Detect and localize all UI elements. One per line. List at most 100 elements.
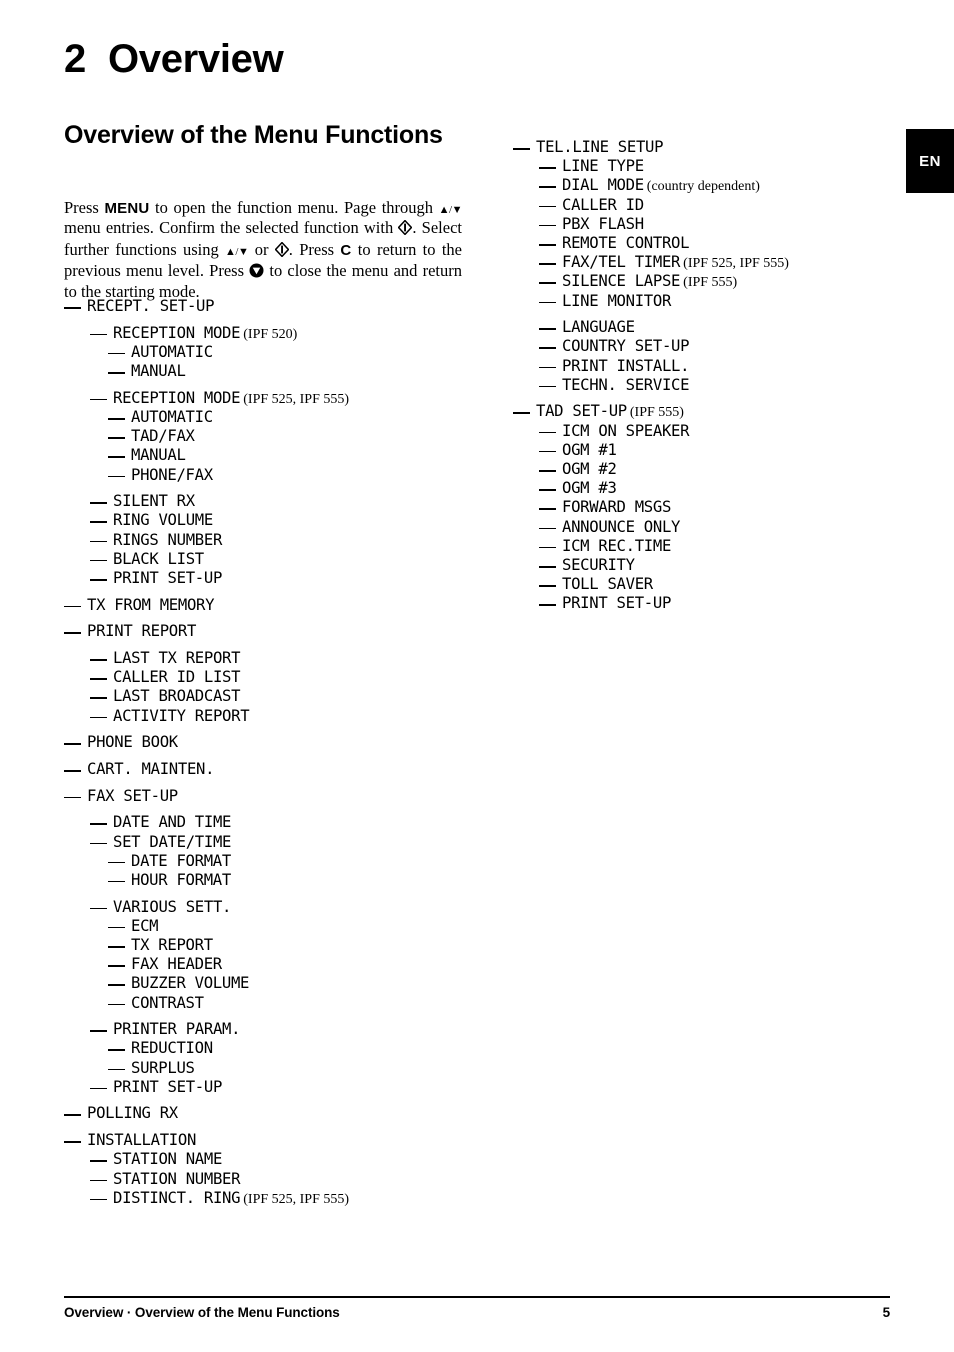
menu-item: MANUAL (64, 362, 484, 381)
menu-item: RING VOLUME (64, 511, 484, 530)
menu-item: TAD/FAX (64, 427, 484, 446)
menu-item-label: PHONE/FAX (131, 465, 213, 484)
menu-item-label: SET DATE/TIME (113, 832, 232, 851)
chapter-heading: 2 Overview (64, 37, 284, 82)
menu-item: FAX HEADER (64, 955, 484, 974)
menu-item: COUNTRY SET-UP (513, 337, 933, 356)
menu-item: PRINT REPORT (64, 622, 484, 641)
menu-item-label: TEL.LINE SETUP (536, 138, 664, 156)
menu-item: LINE TYPE (513, 157, 933, 176)
menu-item-note: (IPF 555) (629, 405, 684, 421)
menu-item-label: CONTRAST (131, 993, 204, 1012)
menu-item: ICM REC.TIME (513, 537, 933, 556)
menu-item: FAX/TEL TIMER (IPF 525, IPF 555) (513, 253, 933, 272)
menu-item-label: PRINT SET-UP (113, 1077, 223, 1096)
menu-item-note: (country dependent) (646, 179, 760, 195)
menu-item-label: DISTINCT. RING (113, 1188, 241, 1207)
menu-item: BUZZER VOLUME (64, 974, 484, 993)
menu-item-label: PRINT REPORT (87, 622, 197, 641)
stop-circle-icon (249, 263, 264, 282)
menu-item: DATE FORMAT (64, 852, 484, 871)
menu-item: FORWARD MSGS (513, 498, 933, 517)
menu-item: ANNOUNCE ONLY (513, 518, 933, 537)
menu-item-label: FAX/TEL TIMER (562, 253, 681, 272)
menu-item-label: INSTALLATION (87, 1131, 197, 1150)
menu-item-label: LAST BROADCAST (113, 687, 241, 706)
menu-item-label: ICM REC.TIME (562, 536, 672, 555)
menu-item: BLACK LIST (64, 550, 484, 569)
ok-diamond-icon (397, 219, 413, 239)
menu-item: DISTINCT. RING (IPF 525, IPF 555) (64, 1189, 484, 1208)
menu-item: INSTALLATION (64, 1131, 484, 1150)
footer-page-number: 5 (882, 1305, 891, 1320)
up-down-arrows-icon-2: ▲/▼ (225, 245, 249, 258)
menu-item: POLLING RX (64, 1104, 484, 1123)
menu-item: SURPLUS (64, 1059, 484, 1078)
menu-item-label: FAX SET-UP (87, 786, 178, 805)
menu-item: PBX FLASH (513, 215, 933, 234)
intro-paragraph: Press MENU to open the function menu. Pa… (64, 198, 463, 301)
menu-item: RECEPTION MODE (IPF 525, IPF 555) (64, 389, 484, 408)
menu-item: SET DATE/TIME (64, 833, 484, 852)
menu-item: TEL.LINE SETUP (513, 138, 933, 157)
menu-item-label: SILENT RX (113, 492, 195, 511)
menu-item: TX REPORT (64, 936, 484, 955)
intro-text-6: . Press (288, 239, 341, 259)
intro-text-3: menu entries. Confirm the selected funct… (64, 218, 399, 238)
menu-item-label: DATE AND TIME (113, 813, 232, 832)
menu-item: ECM (64, 917, 484, 936)
menu-item: ICM ON SPEAKER (513, 422, 933, 441)
menu-item: PRINT SET-UP (513, 594, 933, 613)
menu-item-label: COUNTRY SET-UP (562, 337, 690, 356)
menu-item-label: TOLL SAVER (562, 575, 653, 594)
menu-item-label: CALLER ID (562, 195, 644, 214)
menu-item: CALLER ID LIST (64, 668, 484, 687)
menu-item-label: POLLING RX (87, 1104, 178, 1123)
menu-item: TOLL SAVER (513, 575, 933, 594)
menu-item-label: LANGUAGE (562, 318, 635, 337)
footer-breadcrumb: Overview · Overview of the Menu Function… (64, 1305, 340, 1320)
menu-item-label: ICM ON SPEAKER (562, 421, 690, 440)
chapter-title: Overview (107, 37, 284, 81)
menu-item: OGM #3 (513, 479, 933, 498)
menu-item-label: OGM #2 (562, 460, 617, 478)
menu-item: SILENT RX (64, 492, 484, 511)
menu-item: REDUCTION (64, 1039, 484, 1058)
menu-item-label: TAD/FAX (131, 427, 195, 446)
menu-item-label: PRINT INSTALL. (562, 356, 690, 375)
menu-item-note: (IPF 525, IPF 555) (243, 391, 350, 407)
menu-item-label: SILENCE LAPSE (562, 272, 681, 291)
menu-item: ACTIVITY REPORT (64, 707, 484, 726)
menu-item: CALLER ID (513, 196, 933, 215)
menu-item: HOUR FORMAT (64, 871, 484, 890)
menu-item-note: (IPF 525, IPF 555) (243, 1191, 350, 1207)
menu-item-label: DIAL MODE (562, 176, 644, 195)
menu-item: TX FROM MEMORY (64, 596, 484, 615)
menu-item-label: MANUAL (131, 446, 186, 465)
menu-item: LAST TX REPORT (64, 649, 484, 668)
menu-item-label: OGM #3 (562, 479, 617, 498)
menu-item: LANGUAGE (513, 318, 933, 337)
menu-item-label: RINGS NUMBER (113, 530, 223, 549)
menu-item-note: (IPF 520) (243, 326, 298, 342)
menu-item-label: STATION NAME (113, 1150, 223, 1169)
menu-item: RECEPT. SET-UP (64, 297, 484, 316)
menu-item-label: ECM (131, 916, 159, 935)
menu-item: MANUAL (64, 446, 484, 465)
intro-text-1: Press (64, 198, 105, 217)
menu-item-label: PRINT SET-UP (562, 594, 672, 613)
chapter-number: 2 (64, 37, 86, 81)
c-key-label: C (340, 241, 352, 259)
menu-item: DIAL MODE (country dependent) (513, 176, 933, 195)
menu-item: STATION NUMBER (64, 1170, 484, 1189)
menu-item-label: RECEPTION MODE (113, 323, 241, 342)
menu-item: PRINTER PARAM. (64, 1020, 484, 1039)
menu-item: LINE MONITOR (513, 292, 933, 311)
menu-item-note: (IPF 555) (683, 275, 738, 291)
menu-item-label: PRINT SET-UP (113, 568, 223, 587)
menu-item-label: PHONE BOOK (87, 733, 178, 752)
menu-item: AUTOMATIC (64, 408, 484, 427)
menu-item-label: ANNOUNCE ONLY (562, 517, 681, 536)
menu-item: PHONE BOOK (64, 733, 484, 752)
menu-item-label: PBX FLASH (562, 214, 644, 233)
